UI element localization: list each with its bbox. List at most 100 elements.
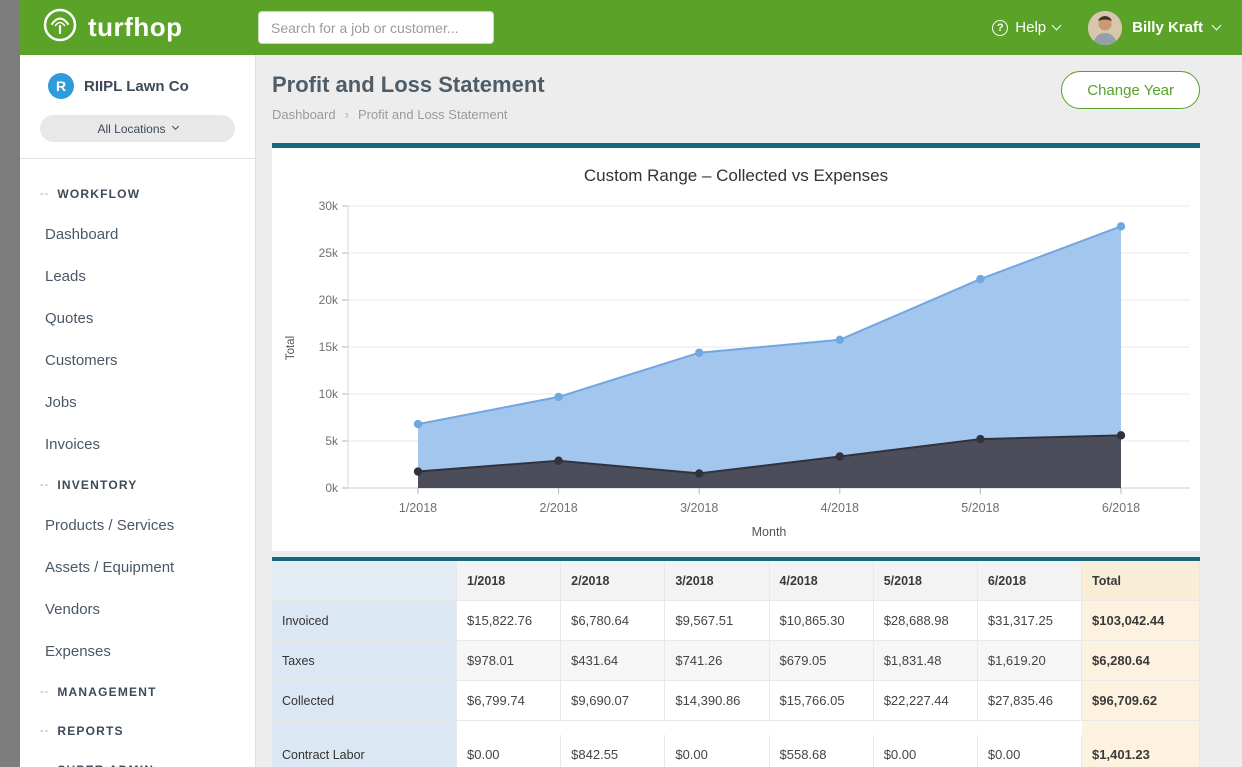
row-label: Taxes (272, 641, 457, 681)
collected-point[interactable] (1117, 222, 1125, 230)
table-cell: $0.00 (978, 735, 1082, 767)
table-header-4-2018: 4/2018 (770, 561, 874, 601)
section-label: WORKFLOW (57, 186, 140, 203)
table-row-contract-labor: Contract Labor$0.00$842.55$0.00$558.68$0… (272, 735, 1200, 767)
breadcrumb-dashboard[interactable]: Dashboard (272, 107, 336, 123)
expenses-point[interactable] (554, 457, 562, 465)
company-header: R RIIPL Lawn Co (20, 55, 255, 111)
table-cell: $28,688.98 (874, 601, 978, 641)
table-header-5-2018: 5/2018 (874, 561, 978, 601)
screen-frame: turfhop ? Help (0, 0, 1242, 767)
locations-label: All Locations (97, 122, 165, 136)
table-cell: $842.55 (561, 735, 665, 767)
spacer-label-cell (272, 721, 457, 735)
collected-point[interactable] (554, 393, 562, 401)
chart-card: Custom Range – Collected vs Expenses 0k5… (272, 143, 1200, 551)
sidebar: R RIIPL Lawn Co All Locations -- WORKFLOW… (20, 55, 256, 767)
company-name: RIIPL Lawn Co (84, 78, 189, 95)
collected-point[interactable] (414, 420, 422, 428)
breadcrumb-separator-icon: › (345, 107, 349, 123)
table-cell: $431.64 (561, 641, 665, 681)
user-name: Billy Kraft (1132, 19, 1203, 36)
expenses-point[interactable] (414, 467, 422, 475)
sidebar-item-jobs[interactable]: Jobs (20, 382, 255, 424)
section-dash-icon: -- (40, 186, 49, 203)
collected-point[interactable] (836, 336, 844, 344)
global-search-input[interactable] (258, 11, 494, 44)
sidebar-item-products-services[interactable]: Products / Services (20, 505, 255, 547)
sidebar-item-assets-equipment[interactable]: Assets / Equipment (20, 547, 255, 589)
table-cell: $14,390.86 (665, 681, 769, 721)
app-window: turfhop ? Help (20, 0, 1242, 767)
x-tick-label: 2/2018 (539, 501, 577, 515)
help-icon: ? (992, 20, 1008, 36)
table-cell: $9,567.51 (665, 601, 769, 641)
y-tick-label: 20k (319, 293, 339, 307)
row-label: Collected (272, 681, 457, 721)
sidebar-item-vendors[interactable]: Vendors (20, 589, 255, 631)
table-cell: $741.26 (665, 641, 769, 681)
help-label: Help (1015, 19, 1046, 36)
pnl-chart[interactable]: 0k5k10k15k20k25k30k1/20182/20183/20184/2… (272, 188, 1200, 550)
sidebar-section-reports[interactable]: -- REPORTS (20, 712, 255, 751)
sidebar-item-leads[interactable]: Leads (20, 256, 255, 298)
section-dash-icon: -- (40, 723, 49, 740)
table-cell: $15,822.76 (457, 601, 561, 641)
sidebar-item-customers[interactable]: Customers (20, 340, 255, 382)
x-tick-label: 1/2018 (399, 501, 437, 515)
table-header-total: Total (1082, 561, 1200, 601)
y-tick-label: 25k (319, 246, 339, 260)
breadcrumb-current: Profit and Loss Statement (358, 107, 508, 123)
table-row-taxes: Taxes$978.01$431.64$741.26$679.05$1,831.… (272, 641, 1200, 681)
table-cell: $6,799.74 (457, 681, 561, 721)
sidebar-item-dashboard[interactable]: Dashboard (20, 214, 255, 256)
sidebar-section-management[interactable]: --MANAGEMENT (20, 673, 255, 712)
expenses-point[interactable] (695, 469, 703, 477)
turfhop-logo-icon (42, 7, 78, 48)
table-cell: $1,831.48 (874, 641, 978, 681)
spacer-gap-cell (457, 721, 1082, 735)
chart-title: Custom Range – Collected vs Expenses (272, 148, 1200, 188)
sidebar-section-inventory[interactable]: --INVENTORY (20, 466, 255, 505)
sidebar-item-expenses[interactable]: Expenses (20, 631, 255, 673)
x-tick-label: 4/2018 (821, 501, 859, 515)
sidebar-item-quotes[interactable]: Quotes (20, 298, 255, 340)
user-menu[interactable]: Billy Kraft (1088, 11, 1220, 45)
table-header-row: 1/20182/20183/20184/20185/20186/2018Tota… (272, 561, 1200, 601)
table-cell: $978.01 (457, 641, 561, 681)
collected-point[interactable] (976, 275, 984, 283)
title-row: Profit and Loss Statement Dashboard › Pr… (272, 71, 1200, 123)
table-cell: $0.00 (457, 735, 561, 767)
locations-selector[interactable]: All Locations (40, 115, 235, 142)
x-axis-title: Month (752, 525, 787, 539)
y-tick-label: 30k (319, 199, 339, 213)
turfhop-logo[interactable]: turfhop (42, 7, 258, 48)
help-menu[interactable]: ? Help (992, 19, 1060, 36)
table-row-invoiced: Invoiced$15,822.76$6,780.64$9,567.51$10,… (272, 601, 1200, 641)
change-year-button[interactable]: Change Year (1061, 71, 1200, 109)
expenses-point[interactable] (1117, 431, 1125, 439)
section-label: REPORTS (57, 723, 123, 740)
table-cell: $1,619.20 (978, 641, 1082, 681)
sidebar-item-invoices[interactable]: Invoices (20, 424, 255, 466)
collected-point[interactable] (695, 349, 703, 357)
table-header-empty (272, 561, 457, 601)
topbar-right: ? Help Billy Kraft (992, 11, 1220, 45)
main-content: Profit and Loss Statement Dashboard › Pr… (256, 55, 1242, 767)
section-dash-icon: -- (40, 477, 49, 494)
sidebar-section-workflow[interactable]: -- WORKFLOW (20, 175, 255, 214)
x-tick-label: 3/2018 (680, 501, 718, 515)
y-tick-label: 5k (325, 434, 339, 448)
section-label: MANAGEMENT (57, 684, 156, 701)
sidebar-nav: -- WORKFLOW DashboardLeadsQuotesCustomersJ… (20, 159, 255, 767)
breadcrumb: Dashboard › Profit and Loss Statement (272, 107, 545, 123)
table-cell: $10,865.30 (770, 601, 874, 641)
table-cell: $0.00 (665, 735, 769, 767)
sidebar-section-super-admin[interactable]: --SUPER ADMIN (20, 751, 255, 767)
section-dash-icon: -- (40, 762, 49, 767)
expenses-point[interactable] (976, 435, 984, 443)
expenses-point[interactable] (836, 452, 844, 460)
table-header-3-2018: 3/2018 (665, 561, 769, 601)
table-cell: $6,780.64 (561, 601, 665, 641)
table-section-spacer (272, 721, 1200, 735)
